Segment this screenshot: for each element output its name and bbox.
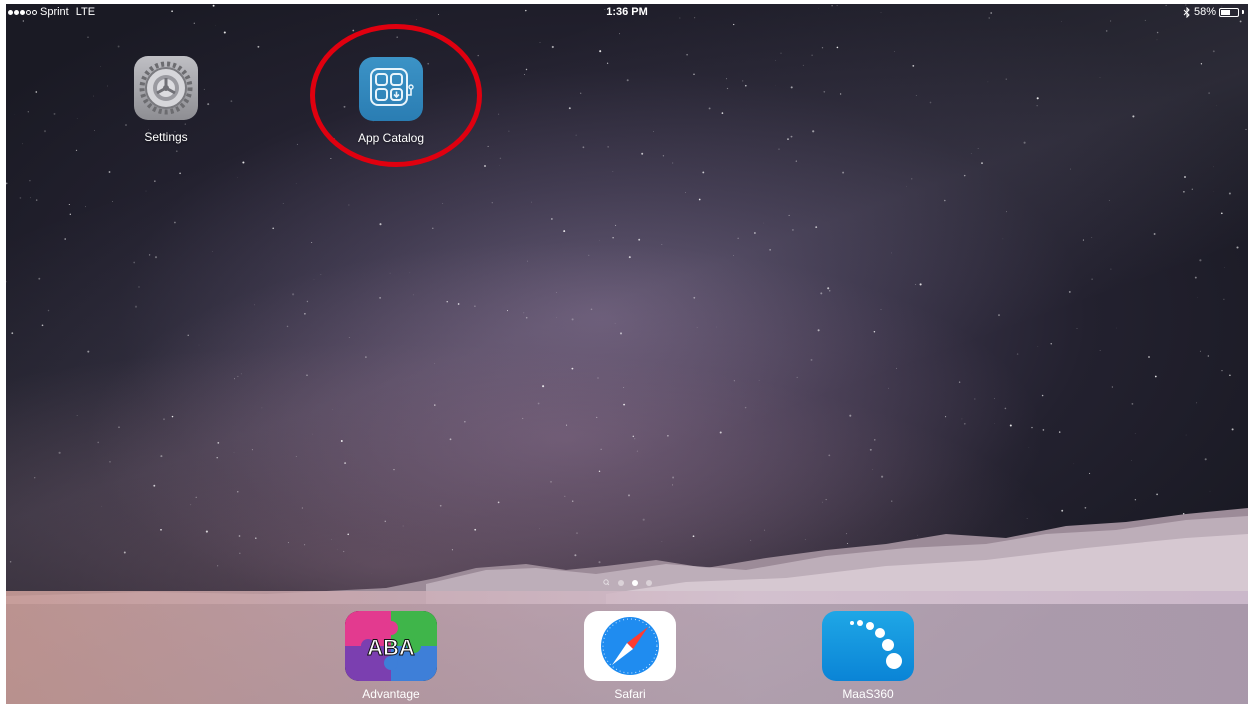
battery-icon — [1219, 7, 1239, 17]
compass-icon[interactable] — [584, 611, 676, 681]
page-dot-3[interactable] — [645, 579, 652, 586]
page-dot-1[interactable] — [617, 579, 624, 586]
settings-label: Settings — [144, 130, 188, 144]
maas360-label: MaaS360 — [842, 687, 894, 701]
maas360-icon[interactable] — [822, 611, 914, 681]
gear-icon[interactable] — [134, 56, 198, 120]
highlight-circle — [310, 24, 482, 167]
spotlight-search-icon[interactable] — [602, 579, 610, 586]
safari-label: Safari — [614, 687, 646, 701]
advantage-label: Advantage — [362, 687, 420, 701]
home-screen: Sprint LTE 1:36 PM 58% Settings App Cata… — [6, 4, 1248, 704]
maas360-app[interactable]: MaaS360 — [813, 611, 923, 701]
dock: ABA Advantage Safari MaaS360 — [6, 591, 1248, 704]
aba-icon-text: ABA — [367, 635, 415, 660]
aba-puzzle-icon[interactable]: ABA — [345, 611, 437, 681]
clock: 1:36 PM — [606, 6, 648, 18]
right-status: 58% — [1183, 6, 1244, 18]
safari-app[interactable]: Safari — [575, 611, 685, 701]
bluetooth-icon — [1183, 6, 1190, 18]
battery-percentage: 58% — [1193, 6, 1216, 18]
page-dot-2[interactable] — [631, 579, 638, 586]
page-indicator[interactable] — [6, 579, 1248, 586]
status-bar: Sprint LTE 1:36 PM 58% — [6, 4, 1248, 22]
snowy-mountains — [6, 508, 1248, 604]
battery-tip — [1242, 10, 1244, 14]
settings-app[interactable]: Settings — [111, 56, 221, 144]
advantage-app[interactable]: ABA Advantage — [336, 611, 446, 701]
